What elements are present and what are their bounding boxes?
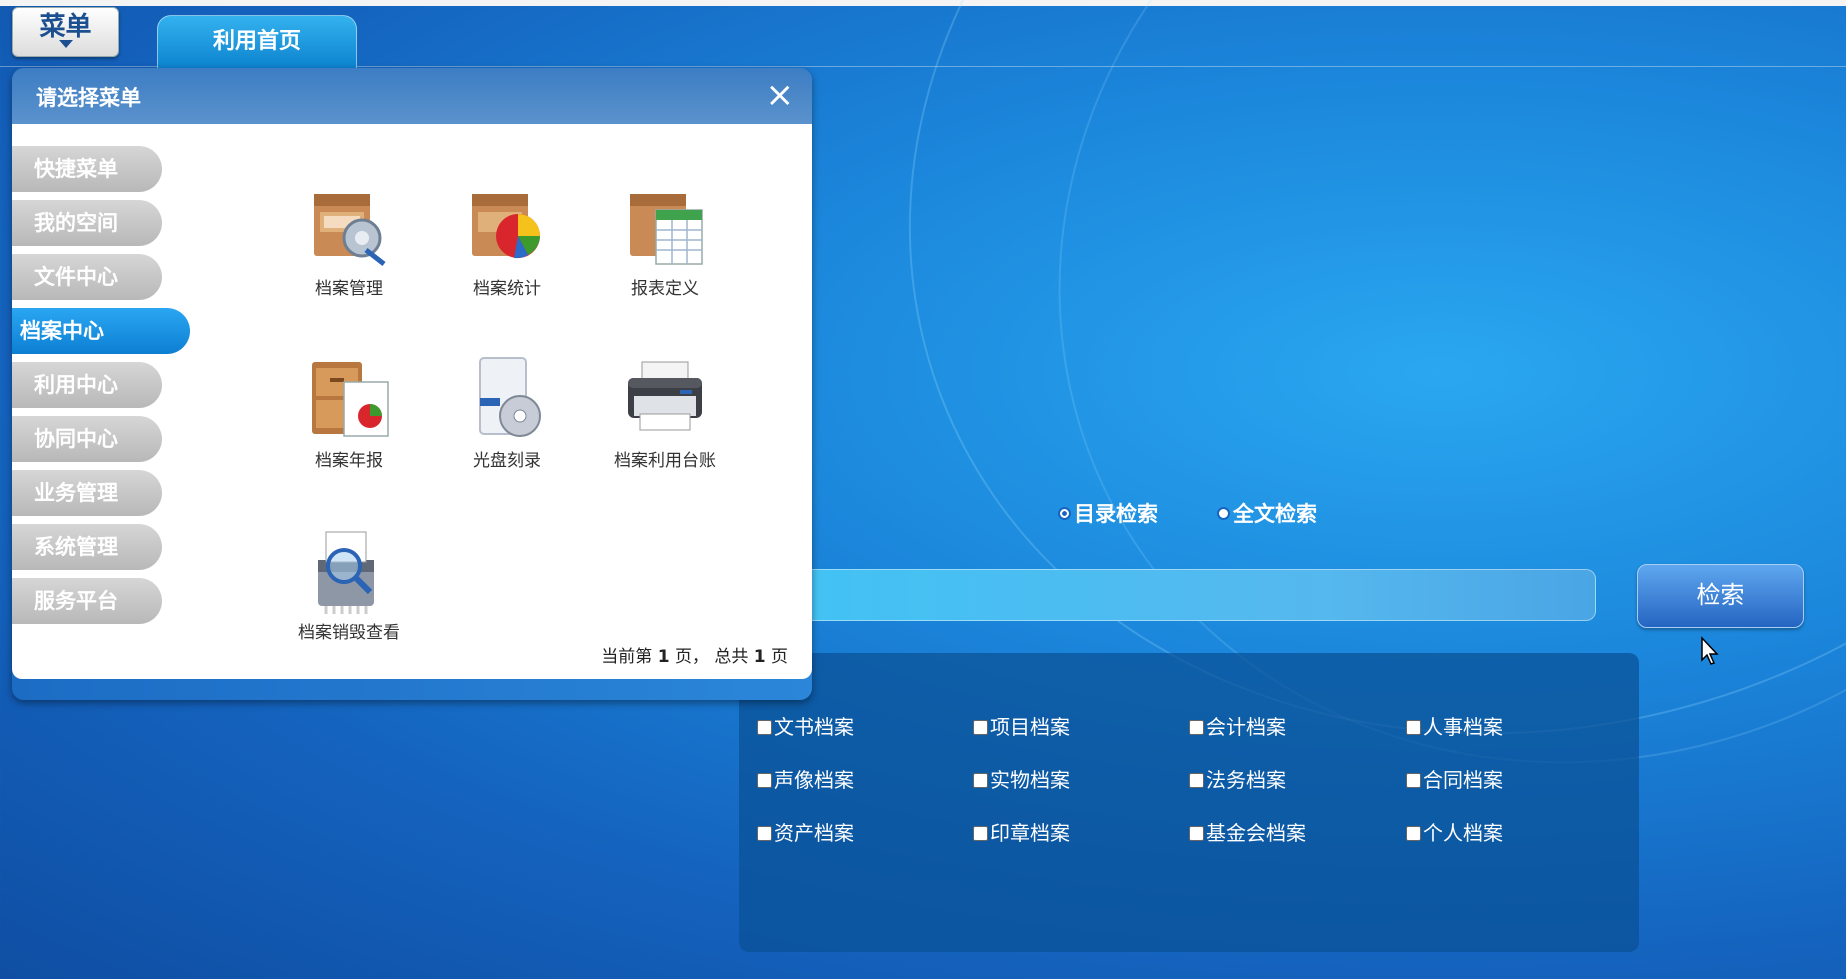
category-checkbox[interactable]: 基金会档案 [1189,817,1306,846]
category-checkbox[interactable]: 合同档案 [1406,764,1503,793]
radio-button-icon [1217,507,1230,520]
checkbox-icon [1406,826,1421,841]
category-checkbox[interactable]: 文书档案 [757,711,854,740]
pager: 当前第 1 页， 总共 1 页 [601,647,788,667]
nav-item-archive-center[interactable]: 档案中心 [12,308,190,354]
popup-header: 请选择菜单 × [12,68,812,124]
category-checkbox[interactable]: 人事档案 [1406,711,1503,740]
nav-item-utilization-center[interactable]: 利用中心 [12,362,162,408]
app-label: 档案销毁查看 [298,623,400,643]
checkbox-icon [973,826,988,841]
archive-box-spreadsheet-icon [630,194,703,265]
app-label: 档案统计 [473,279,541,299]
checkbox-icon [1406,720,1421,735]
checkbox-icon [757,826,772,841]
category-checkbox[interactable]: 个人档案 [1406,817,1503,846]
checkbox-icon [973,773,988,788]
search-input[interactable] [690,569,1596,621]
nav-item-collaboration-center[interactable]: 协同中心 [12,416,162,462]
checkbox-icon [1406,773,1421,788]
app-archive-management[interactable]: 档案管理 [269,180,429,299]
mouse-cursor-icon [1701,636,1719,665]
checkbox-icon [1189,720,1204,735]
app-archive-utilization-ledger[interactable]: 档案利用台账 [585,352,745,471]
checkbox-icon [757,773,772,788]
app-label: 档案利用台账 [614,451,716,471]
archive-box-gear-icon [314,194,386,266]
menu-button-label: 菜单 [39,12,92,42]
current-page: 1 [657,647,670,667]
category-checkbox[interactable]: 印章档案 [973,817,1070,846]
menu-button[interactable]: 菜单 [12,7,119,57]
category-checkbox[interactable]: 资产档案 [757,817,854,846]
nav-item-quick-menu[interactable]: 快捷菜单 [12,146,162,192]
nav-item-my-space[interactable]: 我的空间 [12,200,162,246]
checkbox-icon [1189,826,1204,841]
tab-utilization-home[interactable]: 利用首页 [157,15,357,68]
radio-button-icon [1058,507,1071,520]
shredder-magnifier-icon [318,531,374,614]
app-archive-destruction-view[interactable]: 档案销毁查看 [269,524,429,643]
disc-burning-icon [479,357,541,437]
radio-label: 全文检索 [1233,502,1317,526]
app-archive-annual-report[interactable]: 档案年报 [269,352,429,471]
category-checkbox[interactable]: 会计档案 [1189,711,1286,740]
app-label: 报表定义 [631,279,699,299]
app-archive-statistics[interactable]: 档案统计 [427,180,587,299]
close-icon[interactable]: × [766,78,795,112]
popup-title: 请选择菜单 [36,86,141,110]
archive-category-panel: 全选 文书档案 项目档案 会计档案 人事档案 声像档案 实物档案 法务档案 合同… [739,653,1639,952]
nav-item-business-management[interactable]: 业务管理 [12,470,162,516]
app-report-definition[interactable]: 报表定义 [585,180,745,299]
category-checkbox[interactable]: 法务档案 [1189,764,1286,793]
cabinet-report-icon [312,362,389,437]
category-checkbox[interactable]: 项目档案 [973,711,1070,740]
nav-item-system-management[interactable]: 系统管理 [12,524,162,570]
nav-item-service-platform[interactable]: 服务平台 [12,578,162,624]
radio-fulltext-search[interactable]: 全文检索 [1217,498,1317,528]
category-checkbox[interactable]: 声像档案 [757,764,854,793]
radio-label: 目录检索 [1074,502,1158,526]
checkbox-icon [757,720,772,735]
printer-icon [628,361,702,431]
category-checkbox[interactable]: 实物档案 [973,764,1070,793]
search-button[interactable]: 检索 [1637,564,1804,628]
archive-box-pie-chart-icon [472,194,540,259]
app-label: 档案年报 [315,451,383,471]
checkbox-icon [973,720,988,735]
app-label: 光盘刻录 [473,451,541,471]
checkbox-icon [1189,773,1204,788]
nav-item-file-center[interactable]: 文件中心 [12,254,162,300]
app-label: 档案管理 [315,279,383,299]
radio-catalog-search[interactable]: 目录检索 [1058,498,1158,528]
app-disc-burning[interactable]: 光盘刻录 [427,352,587,471]
total-pages: 1 [753,647,766,667]
menu-popup: 请选择菜单 × 快捷菜单 我的空间 文件中心 档案中心 利用中心 协同中心 业务… [12,68,812,700]
popup-body: 快捷菜单 我的空间 文件中心 档案中心 利用中心 协同中心 业务管理 系统管理 … [12,124,812,679]
